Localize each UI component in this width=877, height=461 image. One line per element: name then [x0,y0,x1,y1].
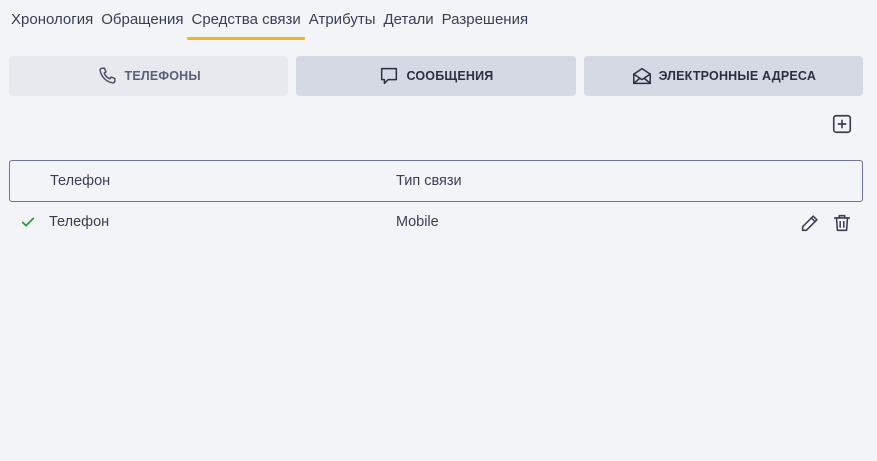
trash-icon [833,214,851,232]
phone-icon [99,67,117,84]
top-tabs: Хронология Обращения Средства связи Атри… [10,10,535,40]
tab-contact-means[interactable]: Средства связи [187,10,306,40]
phones-segment-button[interactable]: ТЕЛЕФОНЫ [9,56,289,96]
tab-permissions[interactable]: Разрешения [441,10,529,40]
message-icon [381,67,398,85]
plus-square-icon [832,114,852,134]
messages-segment-button[interactable]: СООБЩЕНИЯ [296,56,576,96]
pencil-icon [801,215,818,232]
column-header-phone: Телефон [50,173,111,189]
contacts-page: Хронология Обращения Средства связи Атри… [0,0,877,461]
edit-row-button[interactable] [799,212,821,234]
envelope-icon [632,67,651,85]
row-contact-type-cell: Mobile [396,214,439,230]
table-row[interactable]: Телефон Mobile [9,203,863,243]
delete-row-button[interactable] [831,212,853,234]
table-header: Телефон Тип связи [9,160,863,202]
tab-details[interactable]: Детали [382,10,434,40]
phones-segment-label: ТЕЛЕФОНЫ [124,69,201,83]
tab-requests[interactable]: Обращения [100,10,184,40]
tab-chronology[interactable]: Хронология [10,10,94,40]
add-contact-button[interactable] [831,113,853,135]
contact-type-segments: ТЕЛЕФОНЫ СООБЩЕНИЯ ЭЛЕКТРОННЫЕ АДРЕСА [9,56,863,96]
messages-segment-label: СООБЩЕНИЯ [406,69,494,83]
check-icon [21,217,35,227]
emails-segment-button[interactable]: ЭЛЕКТРОННЫЕ АДРЕСА [583,56,863,96]
row-phone-cell: Телефон [49,214,110,230]
column-header-contact-type: Тип связи [396,173,462,189]
emails-segment-label: ЭЛЕКТРОННЫЕ АДРЕСА [658,69,817,83]
tab-attributes[interactable]: Атрибуты [308,10,377,40]
